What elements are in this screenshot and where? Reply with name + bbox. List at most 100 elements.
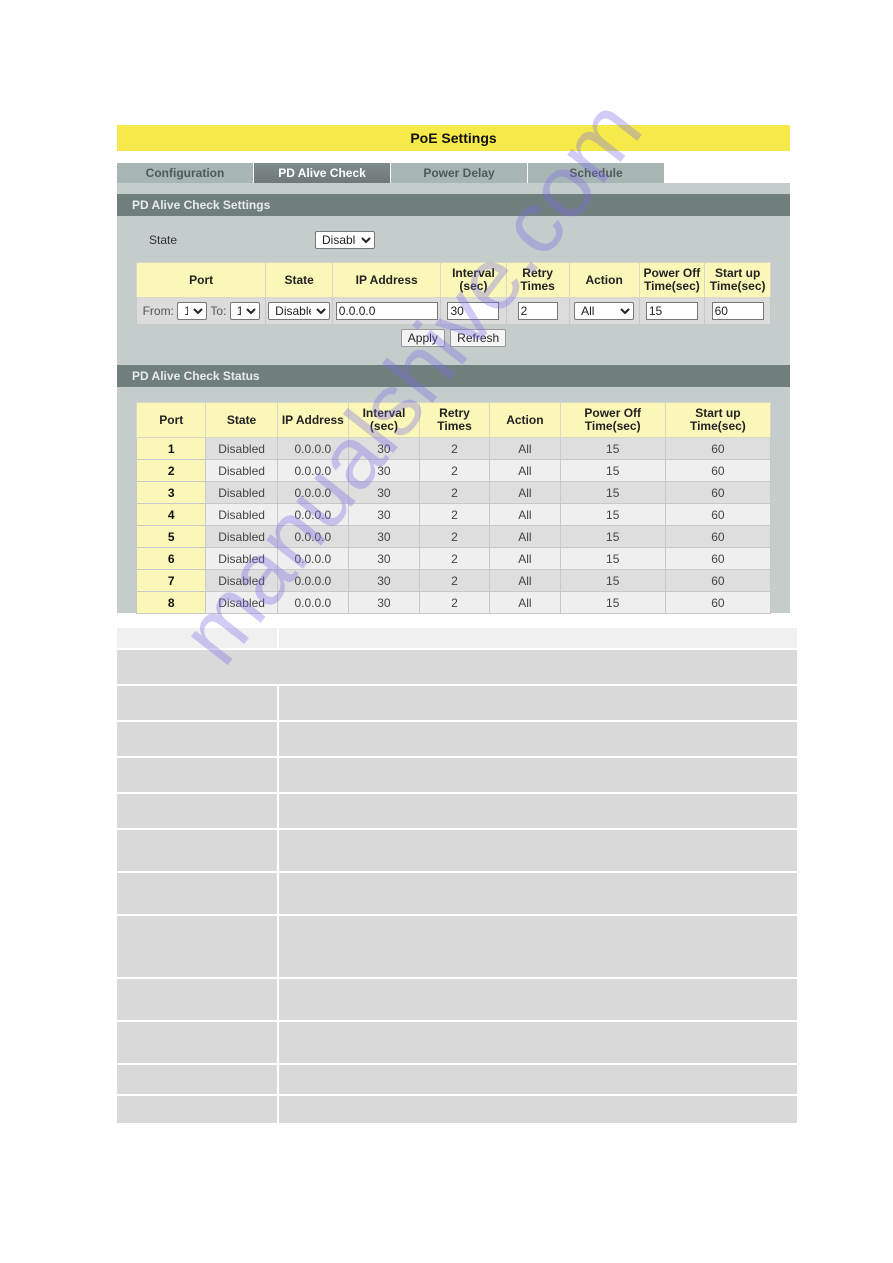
description-cell xyxy=(279,794,797,830)
status-cell-startup: 60 xyxy=(664,591,772,614)
status-cell-ip: 0.0.0.0 xyxy=(276,437,349,460)
description-cell xyxy=(117,916,279,979)
interval-input[interactable] xyxy=(447,302,500,320)
description-cell xyxy=(279,830,797,873)
description-cell xyxy=(117,873,279,916)
status-cell-ip: 0.0.0.0 xyxy=(276,591,349,614)
status-cell-port: 1 xyxy=(135,437,207,460)
col-port: Port xyxy=(135,262,267,298)
status-col-state: State xyxy=(205,402,278,438)
startup-time-input[interactable] xyxy=(711,302,764,320)
description-cell xyxy=(117,1065,279,1096)
tab-schedule[interactable]: Schedule xyxy=(528,163,664,183)
status-col-ip-address: IP Address xyxy=(276,402,349,438)
status-cell-power-off: 15 xyxy=(559,525,666,548)
description-cell xyxy=(117,1096,279,1125)
startup-time-cell xyxy=(704,297,771,325)
description-cell xyxy=(279,979,797,1022)
description-cell xyxy=(279,686,797,722)
description-row xyxy=(117,1022,797,1065)
port-to-select[interactable]: 1 xyxy=(229,302,260,320)
description-row xyxy=(117,1096,797,1125)
retry-times-input[interactable] xyxy=(517,302,558,320)
status-section-header: PD Alive Check Status xyxy=(117,365,790,387)
status-cell-action: All xyxy=(489,459,561,482)
status-cell-ip: 0.0.0.0 xyxy=(276,459,349,482)
status-cell-action: All xyxy=(489,591,561,614)
status-cell-interval: 30 xyxy=(347,481,420,504)
row-state-select[interactable]: Disable xyxy=(268,302,331,320)
power-off-time-cell xyxy=(638,297,706,325)
status-cell-startup: 60 xyxy=(664,547,772,570)
settings-section-header: PD Alive Check Settings xyxy=(117,194,790,216)
description-row xyxy=(117,650,797,686)
status-cell-power-off: 15 xyxy=(559,459,666,482)
status-cell-action: All xyxy=(489,503,561,526)
status-cell-port: 6 xyxy=(135,547,207,570)
ip-address-input[interactable] xyxy=(335,302,438,320)
description-cell xyxy=(279,1065,797,1096)
tab-configuration[interactable]: Configuration xyxy=(117,163,253,183)
description-row xyxy=(117,758,797,794)
description-row xyxy=(117,830,797,873)
status-cell-state: Disabled xyxy=(205,547,278,570)
status-cell-action: All xyxy=(489,547,561,570)
col-retry-times: Retry Times xyxy=(505,262,570,298)
port-from-select[interactable]: 1 xyxy=(177,302,208,320)
page-title: PoE Settings xyxy=(117,125,790,151)
refresh-button[interactable]: Refresh xyxy=(450,329,507,347)
to-label: To: xyxy=(210,304,227,318)
status-col-interval: Interval (sec) xyxy=(347,402,420,438)
status-cell-port: 3 xyxy=(135,481,207,504)
col-state: State xyxy=(265,262,333,298)
description-row xyxy=(117,916,797,979)
status-cell-retry: 2 xyxy=(418,503,491,526)
status-cell-retry: 2 xyxy=(418,525,491,548)
status-cell-interval: 30 xyxy=(347,591,420,614)
apply-button[interactable]: Apply xyxy=(400,329,445,347)
config-table: Port State IP Address Interval (sec) Retr… xyxy=(135,262,771,325)
tab-bar: Configuration PD Alive Check Power Delay… xyxy=(117,163,665,183)
status-col-action: Action xyxy=(489,402,561,438)
description-cell xyxy=(279,916,797,979)
status-cell-action: All xyxy=(489,525,561,548)
description-cell xyxy=(117,1022,279,1065)
tab-power-delay[interactable]: Power Delay xyxy=(391,163,527,183)
tab-pd-alive-check[interactable]: PD Alive Check xyxy=(254,163,390,183)
description-row xyxy=(117,1065,797,1096)
description-cell xyxy=(117,628,279,650)
description-row xyxy=(117,873,797,916)
status-cell-port: 7 xyxy=(135,569,207,592)
interval-cell xyxy=(440,297,507,325)
col-startup-time: Start up Time(sec) xyxy=(704,262,771,298)
status-cell-interval: 30 xyxy=(347,437,420,460)
status-cell-state: Disabled xyxy=(205,437,278,460)
status-cell-interval: 30 xyxy=(347,569,420,592)
description-cell xyxy=(117,650,797,686)
status-cell-startup: 60 xyxy=(664,481,772,504)
status-cell-power-off: 15 xyxy=(559,503,666,526)
description-cell xyxy=(117,686,279,722)
power-off-time-input[interactable] xyxy=(645,302,698,320)
status-table-row: 1 Disabled 0.0.0.0 30 2 All 15 60 xyxy=(135,437,772,460)
description-cell xyxy=(279,873,797,916)
status-col-port: Port xyxy=(135,402,207,438)
status-cell-action: All xyxy=(489,437,561,460)
status-cell-state: Disabled xyxy=(205,591,278,614)
status-cell-ip: 0.0.0.0 xyxy=(276,569,349,592)
status-cell-port: 2 xyxy=(135,459,207,482)
action-buttons: Apply Refresh xyxy=(117,329,790,347)
state-label: State xyxy=(149,233,178,247)
description-row xyxy=(117,794,797,830)
status-cell-state: Disabled xyxy=(205,481,278,504)
description-cell xyxy=(117,830,279,873)
status-cell-startup: 60 xyxy=(664,525,772,548)
status-cell-power-off: 15 xyxy=(559,569,666,592)
status-cell-retry: 2 xyxy=(418,591,491,614)
action-select[interactable]: All xyxy=(574,302,635,320)
global-state-select[interactable]: Disable xyxy=(315,231,375,249)
status-cell-ip: 0.0.0.0 xyxy=(276,503,349,526)
description-row xyxy=(117,722,797,758)
status-cell-retry: 2 xyxy=(418,459,491,482)
status-cell-startup: 60 xyxy=(664,459,772,482)
